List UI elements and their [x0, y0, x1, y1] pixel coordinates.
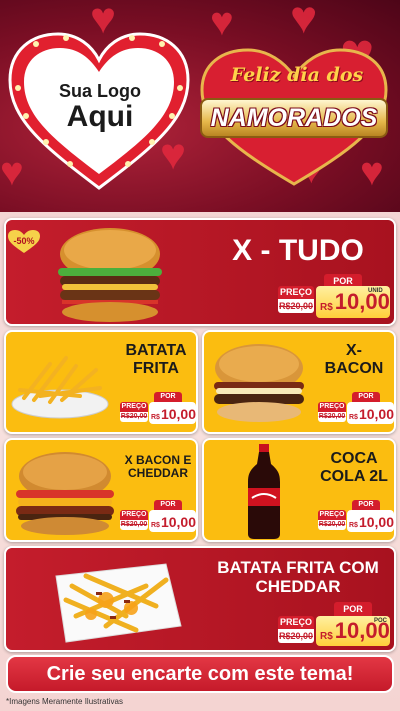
product-name-line2: CHEDDAR	[128, 466, 188, 481]
burger-image	[16, 452, 114, 535]
soda-bottle-image	[248, 444, 280, 539]
price-label: PREÇO	[318, 402, 346, 412]
price-value: 10,00	[358, 514, 394, 530]
product-name-line2: BACON	[324, 359, 384, 377]
old-price: R$20,00	[318, 520, 346, 530]
price-box: R$ 10,00 POC	[316, 616, 390, 646]
product-name: COCA COLA 2L	[314, 450, 394, 486]
cta-banner[interactable]: Crie seu encarte com este tema!	[6, 655, 394, 693]
product-name-line1: BATATA FRITA COM	[217, 558, 379, 577]
cta-text: Crie seu encarte com este tema!	[46, 662, 354, 685]
old-price-value: R$20,00	[278, 301, 314, 311]
price-tag: PREÇO R$20,00 POR R$ 10,00	[120, 500, 196, 532]
product-name: X- BACON	[314, 342, 394, 378]
heart-icon: ♥	[210, 0, 234, 44]
currency: R$	[151, 522, 160, 529]
product-name: BATATA FRITA COM CHEDDAR	[200, 558, 396, 596]
currency: R$	[349, 522, 358, 529]
currency: R$	[320, 302, 333, 313]
old-price-value: R$20,00	[318, 413, 346, 420]
por-label: POR	[154, 392, 182, 402]
product-name: X - TUDO	[232, 234, 364, 267]
price-value: 10,00	[160, 406, 196, 422]
old-price: R$20,00	[278, 629, 314, 643]
old-price-value: R$20,00	[120, 521, 148, 528]
price-tag: PREÇO R$20,00 POR R$ 10,00 UNID	[278, 274, 390, 318]
por-label: POR	[334, 602, 372, 616]
price-value: 10,00	[160, 514, 196, 530]
por-label: POR	[352, 500, 380, 510]
price-tag: PREÇO R$20,00 POR R$ 10,00	[318, 500, 394, 532]
old-price-value: R$20,00	[120, 413, 148, 420]
price-value: 10,00	[358, 406, 394, 422]
price-label: PREÇO	[120, 402, 148, 412]
fries-image	[11, 356, 109, 419]
price-tag: PREÇO R$20,00 POR R$ 10,00	[318, 392, 394, 424]
product-name: BATATA FRITA	[114, 342, 196, 378]
price-label: PREÇO	[318, 510, 346, 520]
title-ribbon: NAMORADOS	[200, 98, 388, 138]
old-price-value: R$20,00	[278, 631, 314, 641]
old-price: R$20,00	[120, 412, 148, 422]
unit-label: UNID	[368, 288, 383, 294]
price-label: PREÇO	[120, 510, 148, 520]
heart-icon: ♥	[290, 0, 318, 43]
old-price: R$20,00	[318, 412, 346, 422]
product-name-line2: COLA 2L	[320, 467, 388, 485]
title-ribbon-text: NAMORADOS	[210, 103, 378, 132]
footnote: *Imagens Meramente Ilustrativas	[6, 697, 123, 706]
unit-label: POC	[374, 618, 388, 624]
product-name: X BACON E CHEDDAR	[118, 453, 196, 481]
product-name-line1: X BACON E	[124, 453, 192, 467]
price-box: R$ 10,00	[347, 510, 394, 532]
currency: R$	[151, 414, 160, 421]
por-label: POR	[154, 500, 182, 510]
price-box: R$ 10,00	[149, 510, 196, 532]
logo-placeholder: Sua Logo Aqui	[20, 82, 180, 132]
price-box: R$ 10,00 UNID	[316, 286, 390, 318]
discount-text: -50%	[13, 236, 35, 246]
old-price: R$20,00	[278, 299, 314, 313]
product-name-line2: FRITA	[133, 359, 179, 377]
logo-line1: Sua Logo	[59, 81, 141, 101]
product-name-line1: X-	[346, 342, 362, 359]
currency: R$	[349, 414, 358, 421]
burger-image	[214, 344, 304, 422]
currency: R$	[320, 631, 333, 642]
old-price-value: R$20,00	[318, 521, 346, 528]
price-box: R$ 10,00	[149, 402, 196, 424]
flyer-page: ♥ ♥ ♥ ♥ ♥ ♥ ♥ ♥ Sua Logo Aqui Feliz dia …	[0, 0, 400, 711]
price-tag: PREÇO R$20,00 POR R$ 10,00 POC	[278, 602, 390, 646]
product-card-batata-frita: BATATA FRITA PREÇO R$20,00 POR R$ 10,00	[4, 330, 198, 434]
product-card-x-bacon-cheddar: X BACON E CHEDDAR PREÇO R$20,00 POR R$ 1…	[4, 438, 198, 542]
price-value: 10,00	[334, 289, 390, 314]
product-name-line2: CHEDDAR	[255, 577, 341, 597]
product-name-line1: COCA	[330, 450, 378, 467]
product-name-line1: BATATA	[125, 342, 187, 359]
burger-image	[58, 228, 162, 322]
price-box: R$ 10,00	[347, 402, 394, 424]
price-tag: PREÇO R$20,00 POR R$ 10,00	[120, 392, 196, 424]
product-card-x-bacon: X- BACON PREÇO R$20,00 POR R$ 10,00	[202, 330, 396, 434]
product-card-coca-cola: COCA COLA 2L PREÇO R$20,00 POR R$ 10,00	[202, 438, 396, 542]
fries-cheddar-image	[55, 563, 182, 643]
price-label: PREÇO	[278, 286, 314, 299]
logo-line2: Aqui	[66, 99, 134, 133]
title-script: Feliz dia dos	[230, 64, 364, 86]
por-label: POR	[352, 392, 380, 402]
header-banner: ♥ ♥ ♥ ♥ ♥ ♥ ♥ ♥ Sua Logo Aqui Feliz dia …	[0, 0, 400, 212]
price-label: PREÇO	[278, 616, 314, 629]
old-price: R$20,00	[120, 520, 148, 530]
